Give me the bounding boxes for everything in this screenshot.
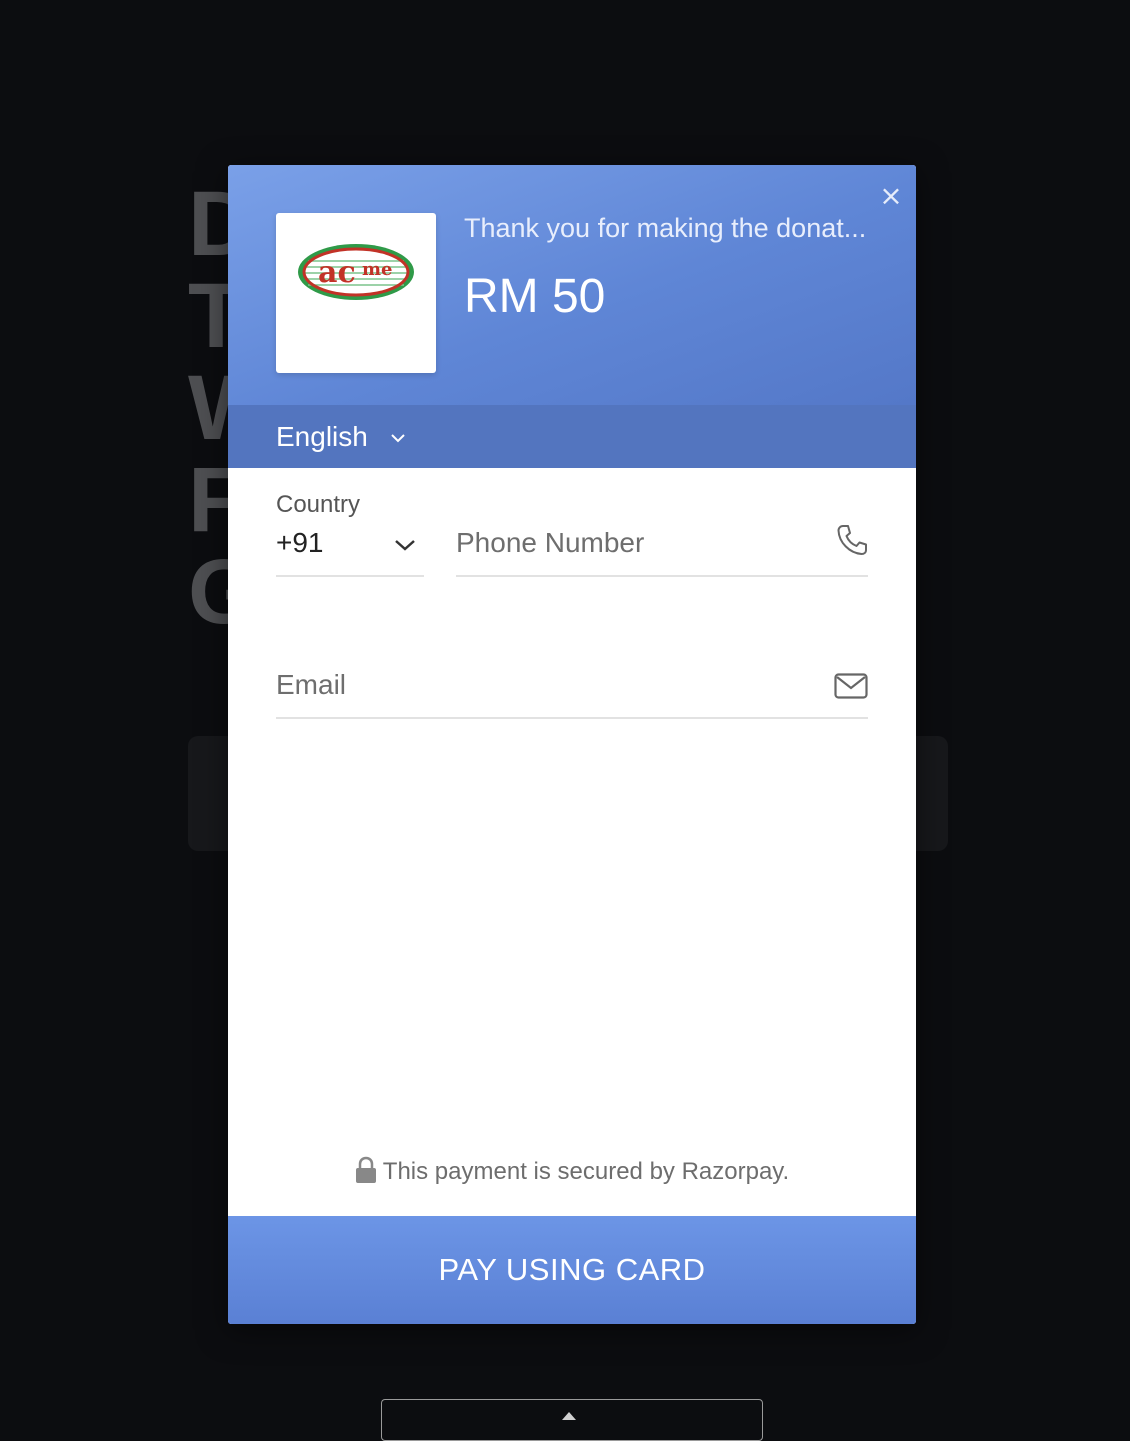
country-label: Country: [276, 491, 361, 518]
modal-header: × ac me Thank you for making the donat..…: [228, 165, 916, 405]
close-button[interactable]: ×: [878, 182, 904, 210]
language-bar: English: [228, 405, 916, 468]
country-code-select[interactable]: +91: [276, 527, 324, 559]
mail-icon: [834, 673, 868, 703]
merchant-description: Thank you for making the donat...: [464, 213, 867, 243]
svg-text:me: me: [362, 259, 393, 280]
payment-amount: RM 50: [464, 270, 606, 323]
chevron-down-icon: [390, 428, 406, 447]
email-input[interactable]: [276, 665, 816, 705]
pay-button-label: PAY USING CARD: [438, 1252, 706, 1287]
lock-icon: [355, 1156, 377, 1188]
background-caret-icon: [562, 1412, 576, 1420]
phone-icon: [836, 523, 868, 561]
svg-text:ac: ac: [318, 255, 356, 290]
chevron-down-icon[interactable]: [394, 537, 416, 556]
acme-logo-icon: ac me: [298, 244, 414, 300]
pay-button[interactable]: PAY USING CARD: [228, 1216, 916, 1324]
phone-underline: [456, 575, 868, 577]
checkout-modal: × ac me Thank you for making the donat..…: [228, 165, 916, 1324]
secure-note: This payment is secured by Razorpay.: [228, 1155, 916, 1189]
background-button: [381, 1399, 763, 1441]
secure-text: This payment is secured by Razorpay.: [382, 1158, 790, 1185]
close-icon: ×: [879, 179, 903, 212]
language-label: English: [276, 421, 368, 452]
email-underline: [276, 717, 868, 719]
merchant-logo: ac me: [276, 213, 436, 373]
country-underline: [276, 575, 424, 577]
phone-number-input[interactable]: [456, 523, 816, 563]
language-select[interactable]: English: [276, 419, 406, 455]
